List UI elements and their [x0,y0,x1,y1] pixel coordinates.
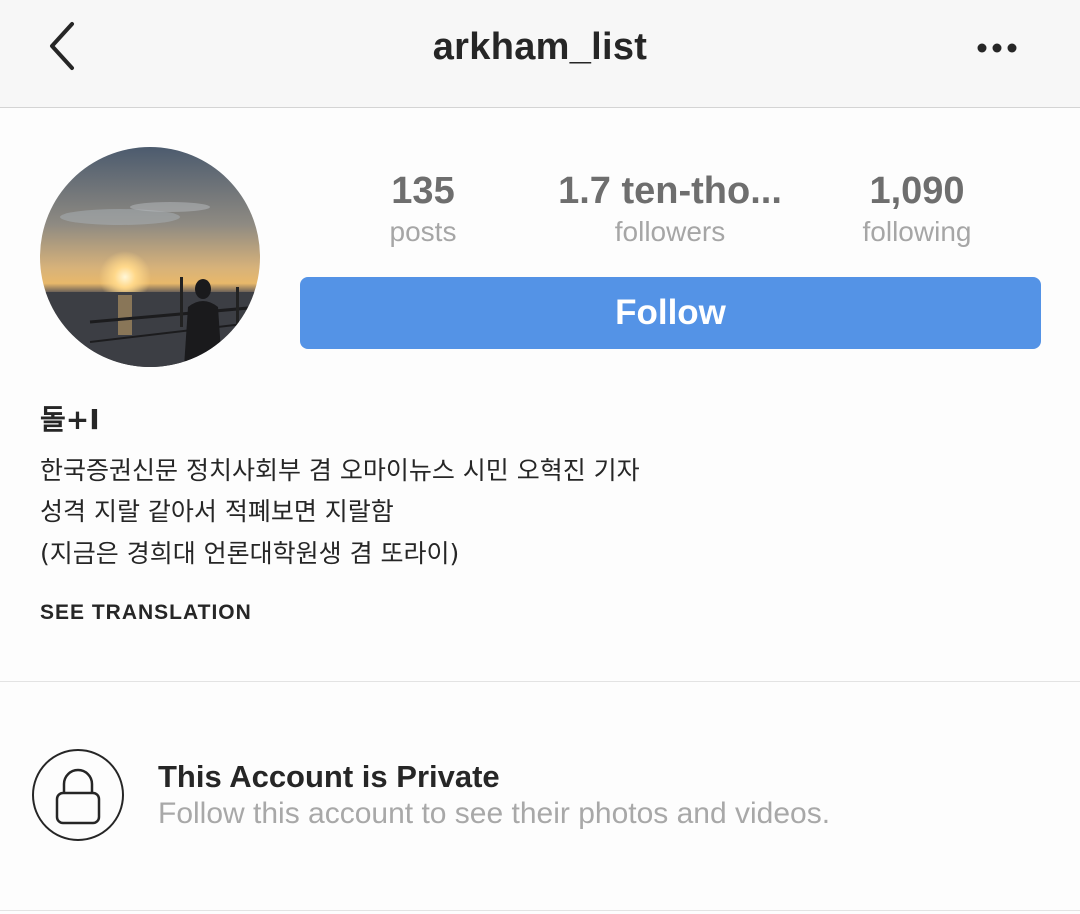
followers-label: followers [614,216,726,247]
following-count: 1,090 [869,170,965,212]
following-label: following [862,216,972,247]
top-navigation-bar: arkham_list [0,0,1080,108]
private-lock-badge [32,749,124,841]
private-account-title: This Account is Private [158,759,500,794]
followers-stat[interactable]: 1.7 ten-tho... followers [540,170,800,250]
see-translation-link[interactable]: SEE TRANSLATION [40,601,252,625]
follow-button[interactable]: Follow [300,277,1041,349]
posts-stat[interactable]: 135 posts [293,170,553,250]
posts-count: 135 [391,170,455,212]
private-account-subtitle: Follow this account to see their photos … [158,797,831,830]
profile-username-title: arkham_list [432,26,648,68]
lock-icon [55,768,101,825]
followers-count: 1.7 ten-tho... [558,170,782,212]
bio-line: (지금은 경희대 언론대학원생 겸 또라이) [40,539,460,568]
profile-display-name: 돌+I [40,403,100,436]
bio-line: 한국증권신문 정치사회부 겸 오마이뉴스 시민 오혁진 기자 [40,456,640,485]
posts-label: posts [389,216,457,247]
more-horizontal-icon [977,43,1017,53]
following-stat[interactable]: 1,090 following [787,170,1047,250]
bottom-divider [0,910,1080,911]
bio-line: 성격 지랄 같아서 적폐보면 지랄함 [40,497,394,526]
section-divider [0,681,1080,682]
profile-photo-sunset [40,147,260,367]
more-options-button[interactable] [970,30,1026,66]
profile-avatar[interactable] [40,147,260,367]
